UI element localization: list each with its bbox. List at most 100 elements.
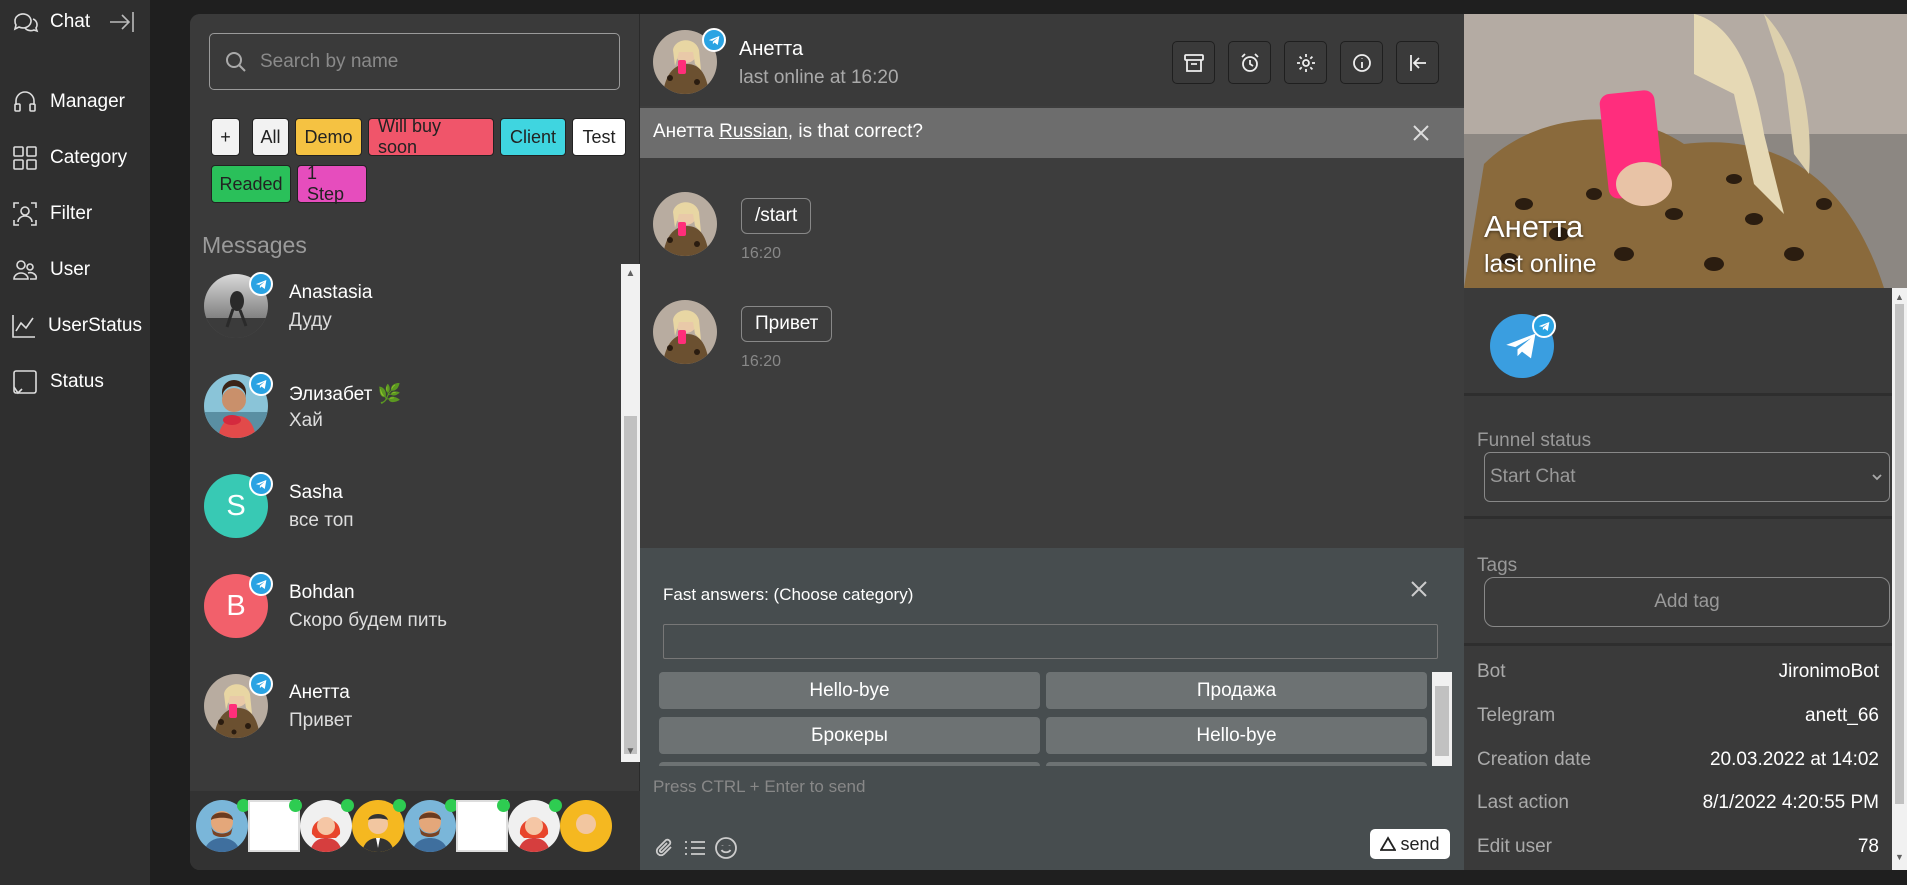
emoji-icon[interactable] [713, 835, 739, 861]
nav-item-category[interactable]: Category [10, 138, 140, 178]
fast-answer-button[interactable]: Брокеры [659, 717, 1040, 754]
telegram-icon [249, 572, 273, 596]
archive-button[interactable] [1172, 41, 1215, 84]
tag-1-step[interactable]: 1 Step [297, 163, 367, 204]
fast-answers-search-input[interactable] [663, 624, 1438, 659]
collapse-profile-button[interactable] [1396, 41, 1439, 84]
info-key: Creation date [1477, 749, 1592, 770]
info-value: 8/1/2022 4:20:55 PM [1702, 792, 1879, 813]
list-icon[interactable] [682, 835, 708, 861]
tag-client[interactable]: Client [500, 118, 566, 156]
info-icon [1352, 53, 1371, 72]
telegram-icon [702, 28, 726, 52]
chat-last-message: все топ [289, 510, 354, 531]
funnel-status-select[interactable]: Start Chat [1484, 452, 1890, 502]
scroll-thumb[interactable] [624, 416, 637, 754]
telegram-icon [249, 272, 273, 296]
search-icon [226, 51, 246, 72]
chat-item-anetta[interactable]: Анетта Привет [190, 664, 620, 762]
telegram-icon [249, 672, 273, 696]
chat-name: Анетта [289, 682, 350, 703]
settings-button[interactable] [1284, 41, 1327, 84]
scroll-thumb[interactable] [1435, 686, 1449, 756]
tag-test[interactable]: Test [572, 118, 626, 156]
search-input[interactable] [260, 50, 600, 73]
fast-answer-button[interactable]: Hello-bye [659, 672, 1040, 709]
chat-item-anastasia[interactable]: Anastasia Дуду [190, 264, 620, 364]
add-tag-field[interactable]: Add tag [1484, 577, 1890, 627]
online-indicator [289, 799, 302, 812]
chat-last-message: Скоро будем пить [289, 610, 448, 631]
fast-answers-scrollbar[interactable] [1432, 672, 1452, 766]
nav-item-label: Chat [50, 11, 91, 32]
close-icon[interactable] [1407, 577, 1431, 601]
scroll-up-arrow[interactable]: ▲ [624, 268, 637, 280]
fast-answers-title: Fast answers: (Choose category) [663, 585, 914, 604]
message-input[interactable] [653, 777, 1443, 821]
collapse-sidebar-icon[interactable] [106, 6, 138, 38]
scroll-thumb[interactable] [1895, 304, 1904, 804]
tags-label: Tags [1477, 555, 1518, 576]
chat-item-sasha[interactable]: S Sasha все топ [190, 464, 620, 564]
contact-name: Анетта [739, 38, 804, 60]
message-time: 16:20 [741, 353, 782, 370]
tag-all[interactable]: All [252, 118, 289, 156]
conversation-panel: Анетта last online at 16:20 Анетта Russi… [640, 14, 1464, 870]
fast-answer-button[interactable]: Hello-bye [1046, 717, 1427, 754]
scroll-down-arrow[interactable]: ▼ [624, 746, 637, 758]
scroll-down-arrow[interactable]: ▼ [1895, 852, 1904, 862]
info-value[interactable]: 78 [1858, 836, 1879, 858]
tag-readed[interactable]: Readed [211, 165, 291, 203]
info-row-last-action: Last action 8/1/2022 4:20:55 PM [1477, 788, 1879, 818]
profile-panel: Анетта last online ▲ ▼ Funnel status Sta… [1464, 14, 1907, 870]
nav-item-manager[interactable]: Manager [10, 82, 140, 122]
info-button[interactable] [1340, 41, 1383, 84]
online-avatar[interactable] [560, 800, 612, 852]
chat-name: Anastasia [289, 282, 373, 303]
send-triangle-icon [1380, 836, 1397, 851]
send-label: send [1400, 833, 1440, 854]
message: /start 16:20 [640, 192, 1464, 282]
info-row-edit-user: Edit user 78 [1477, 832, 1879, 862]
online-indicator [393, 799, 406, 812]
tag-will-buy-soon[interactable]: Will buy soon [368, 116, 494, 157]
nav-item-filter[interactable]: Filter [10, 194, 140, 234]
search-box[interactable] [209, 33, 620, 90]
nav-item-status[interactable]: Status [10, 362, 140, 402]
language-prefix: Анетта [653, 121, 720, 142]
fast-answer-button[interactable]: Продажа [1046, 672, 1427, 709]
reminder-button[interactable] [1228, 41, 1271, 84]
chat-list[interactable]: Anastasia Дуду Элизабет 🌿 Хай S Sasha вс… [190, 264, 620, 762]
avatar [653, 300, 717, 364]
info-row-bot: Bot JironimoBot [1477, 657, 1879, 687]
nav-item-label: User [50, 259, 91, 280]
fast-answers-panel: Fast answers: (Choose category) Hello-by… [640, 548, 1464, 766]
chevron-down-icon [1872, 474, 1882, 481]
info-row-telegram: Telegram anett_66 [1477, 701, 1879, 731]
close-icon[interactable] [1408, 120, 1434, 146]
tag-demo[interactable]: Demo [295, 118, 362, 156]
chat-item-elizabet[interactable]: Элизабет 🌿 Хай [190, 364, 620, 464]
add-tag-button[interactable]: + [211, 118, 240, 156]
profile-photo: Анетта last online [1464, 14, 1907, 288]
funnel-status-value: Start Chat [1490, 466, 1576, 487]
info-value: JironimoBot [1778, 661, 1879, 682]
conversation-header: Анетта last online at 16:20 [640, 14, 1464, 106]
archive-icon [1183, 53, 1204, 72]
info-row-creation-date: Creation date 20.03.2022 at 14:02 [1477, 745, 1879, 775]
contact-status: last online at 16:20 [739, 67, 899, 88]
chart-line-icon [10, 311, 38, 341]
nav-item-user[interactable]: User [10, 250, 140, 290]
fast-answers-grid: Hello-bye Продажа Брокеры Hello-bye [659, 672, 1429, 766]
telegram-icon [1532, 314, 1556, 338]
nav-item-userstatus[interactable]: UserStatus [10, 306, 142, 346]
profile-status: last online [1484, 250, 1597, 278]
language-link[interactable]: Russian [719, 121, 788, 142]
chat-item-bohdan[interactable]: B Bohdan Скоро будем пить [190, 564, 620, 664]
nav-item-label: Category [50, 147, 128, 168]
user-focus-icon [10, 199, 40, 229]
nav-item-label: Manager [50, 91, 125, 112]
send-button[interactable]: send [1370, 829, 1450, 859]
paperclip-icon[interactable] [652, 835, 678, 861]
scroll-up-arrow[interactable]: ▲ [1895, 292, 1904, 302]
